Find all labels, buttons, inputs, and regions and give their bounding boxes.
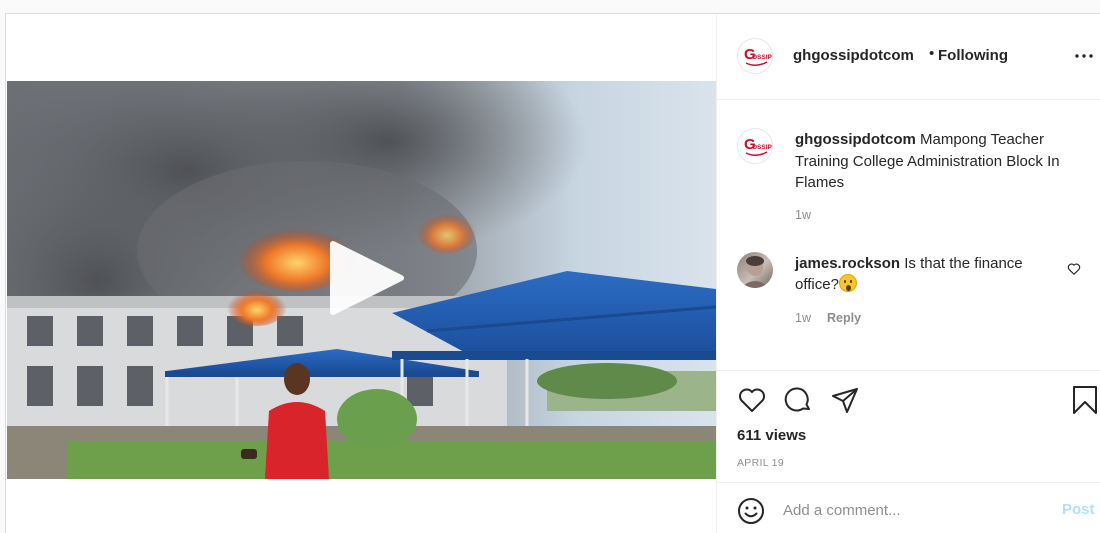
commenter-avatar[interactable] — [737, 252, 773, 288]
instagram-post: G OSSIP ghgossipdotcom • Following G OSS… — [5, 13, 1100, 533]
post-video[interactable] — [7, 81, 716, 479]
author-username[interactable]: ghgossipdotcom — [793, 47, 914, 64]
post-media — [6, 14, 716, 533]
post-caption: ghgossipdotcom Mampong Teacher Training … — [795, 129, 1085, 194]
post-comment-button[interactable]: Post — [1062, 501, 1095, 518]
svg-text:OSSIP: OSSIP — [752, 54, 773, 61]
play-icon[interactable] — [327, 238, 407, 318]
comment-bubble-icon[interactable] — [784, 385, 814, 415]
post-sidebar: G OSSIP ghgossipdotcom • Following G OSS… — [716, 14, 1100, 533]
post-header: G OSSIP ghgossipdotcom • Following — [717, 14, 1100, 100]
astonished-face-icon — [838, 274, 857, 292]
heart-icon[interactable] — [737, 385, 767, 415]
caption-author-avatar[interactable]: G OSSIP — [737, 128, 773, 164]
comment-input[interactable] — [783, 497, 1053, 523]
gossip-logo: G OSSIP — [738, 129, 773, 163]
caption-timestamp[interactable]: 1w — [795, 208, 811, 222]
commenter-photo — [741, 256, 769, 288]
view-count[interactable]: 611 views — [737, 427, 806, 444]
heart-icon[interactable] — [1067, 262, 1081, 276]
svg-text:OSSIP: OSSIP — [752, 144, 773, 151]
caption-username[interactable]: ghgossipdotcom — [795, 131, 916, 148]
comment-timestamp[interactable]: 1w — [795, 311, 811, 325]
reply-button[interactable]: Reply — [827, 311, 861, 325]
comment-item: james.rockson Is that the finance office… — [795, 253, 1055, 295]
post-actions: 611 views APRIL 19 — [717, 370, 1100, 482]
paper-plane-icon[interactable] — [830, 385, 860, 415]
gossip-logo: G OSSIP — [738, 39, 773, 73]
following-button[interactable]: Following — [938, 47, 1008, 64]
author-avatar[interactable]: G OSSIP — [737, 38, 773, 74]
post-date[interactable]: APRIL 19 — [737, 457, 784, 469]
emoji-icon[interactable] — [737, 497, 765, 525]
separator-dot: • — [929, 45, 935, 62]
add-comment-bar: Post — [717, 482, 1100, 533]
comment-username[interactable]: james.rockson — [795, 255, 900, 272]
bookmark-icon[interactable] — [1070, 385, 1100, 415]
more-options-icon[interactable] — [1072, 48, 1096, 64]
